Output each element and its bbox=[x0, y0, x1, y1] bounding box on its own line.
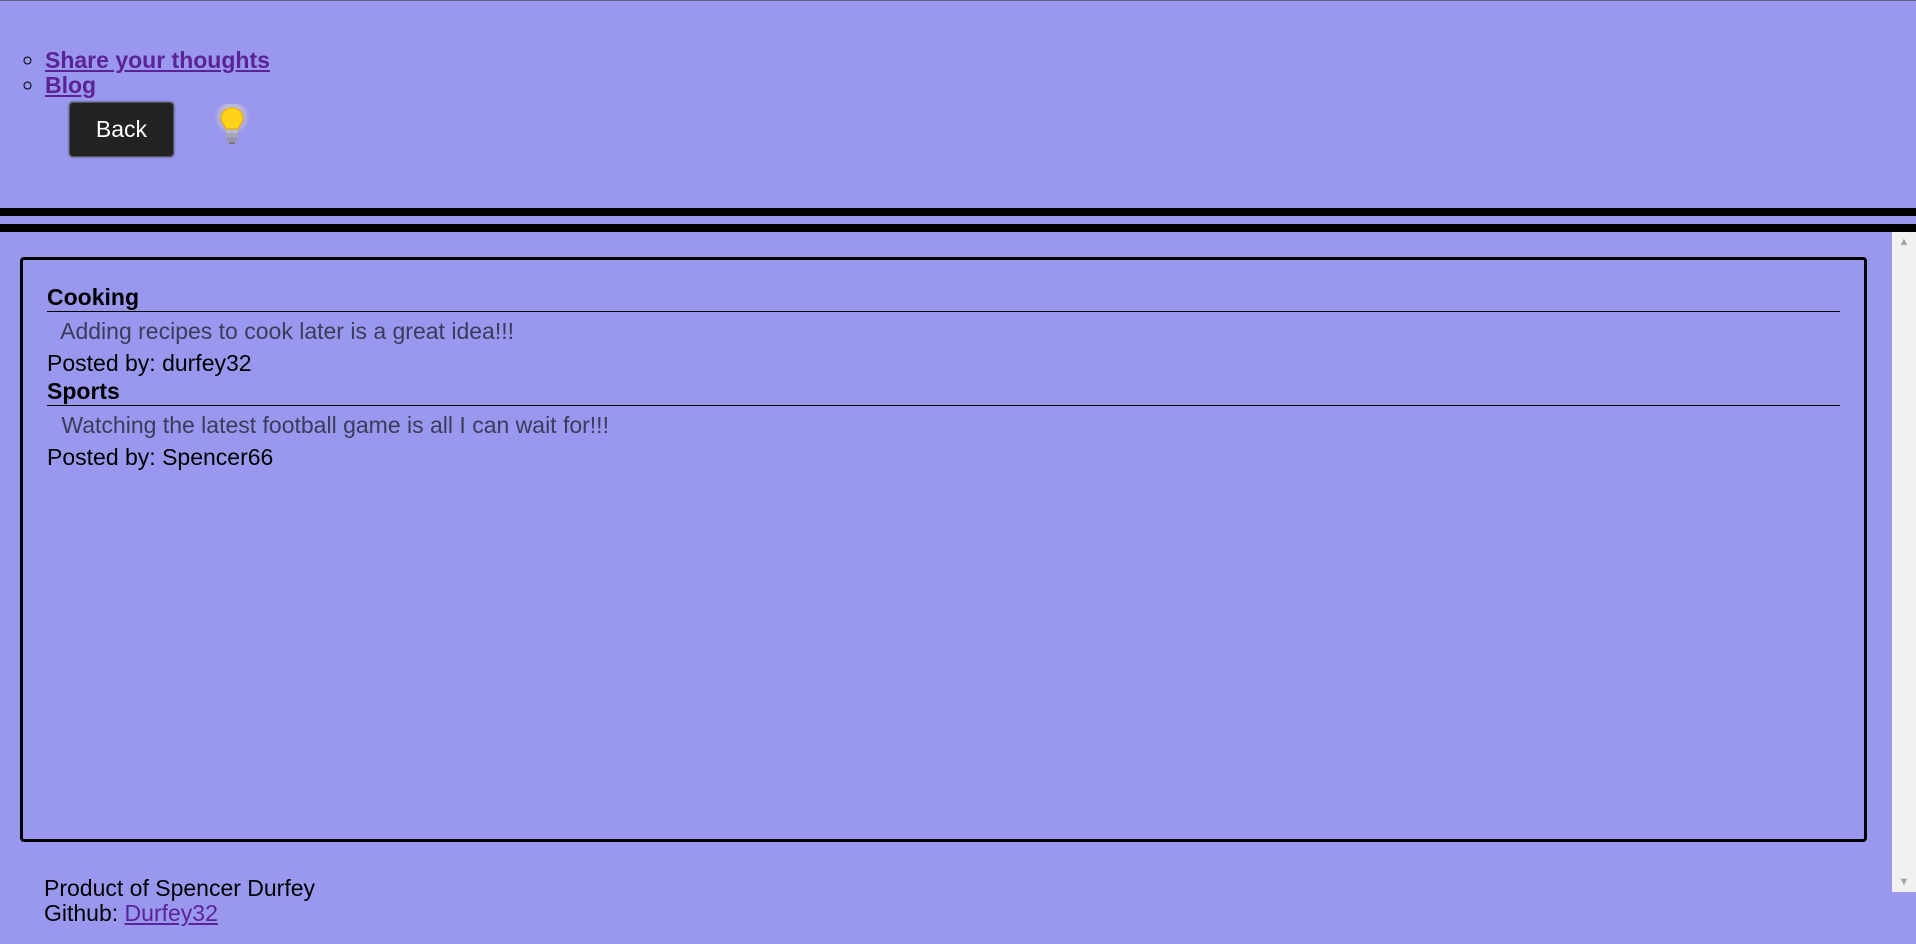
post-body: Adding recipes to cook later is a great … bbox=[55, 318, 514, 344]
post-card: Sports Watching the latest football game… bbox=[47, 377, 1840, 471]
github-label: Github: bbox=[44, 900, 125, 926]
post-author: Posted by: durfey32 bbox=[47, 350, 252, 376]
header-divider-bottom bbox=[0, 224, 1916, 232]
post-body: Watching the latest football game is all… bbox=[55, 412, 609, 438]
header-divider-top bbox=[0, 208, 1916, 216]
post-title: Sports bbox=[47, 377, 1840, 406]
posts-panel: Cooking Adding recipes to cook later is … bbox=[20, 257, 1867, 842]
scroll-up-arrow-icon[interactable]: ▲ bbox=[1892, 232, 1916, 252]
footer-github-line: Github: Durfey32 bbox=[44, 901, 315, 926]
footer-credit: Product of Spencer Durfey bbox=[44, 875, 316, 901]
post-title: Cooking bbox=[47, 283, 1840, 312]
post-author: Posted by: Spencer66 bbox=[47, 444, 274, 470]
footer: Product of Spencer Durfey Github: Durfey… bbox=[44, 876, 315, 926]
nav-item-blog: Blog bbox=[45, 73, 270, 98]
blog-link[interactable]: Blog bbox=[45, 72, 96, 98]
post-card: Cooking Adding recipes to cook later is … bbox=[47, 283, 1840, 377]
nav-item-share: Share your thoughts bbox=[45, 48, 270, 73]
back-button[interactable]: Back bbox=[69, 102, 174, 157]
vertical-scrollbar[interactable]: ▲ ▼ bbox=[1892, 232, 1916, 892]
top-border bbox=[0, 0, 1916, 1]
share-thoughts-link[interactable]: Share your thoughts bbox=[45, 47, 270, 73]
nav-list: Share your thoughts Blog bbox=[0, 48, 270, 98]
github-link[interactable]: Durfey32 bbox=[125, 900, 218, 926]
scroll-down-arrow-icon[interactable]: ▼ bbox=[1892, 872, 1916, 892]
lightbulb-icon[interactable] bbox=[212, 104, 252, 148]
